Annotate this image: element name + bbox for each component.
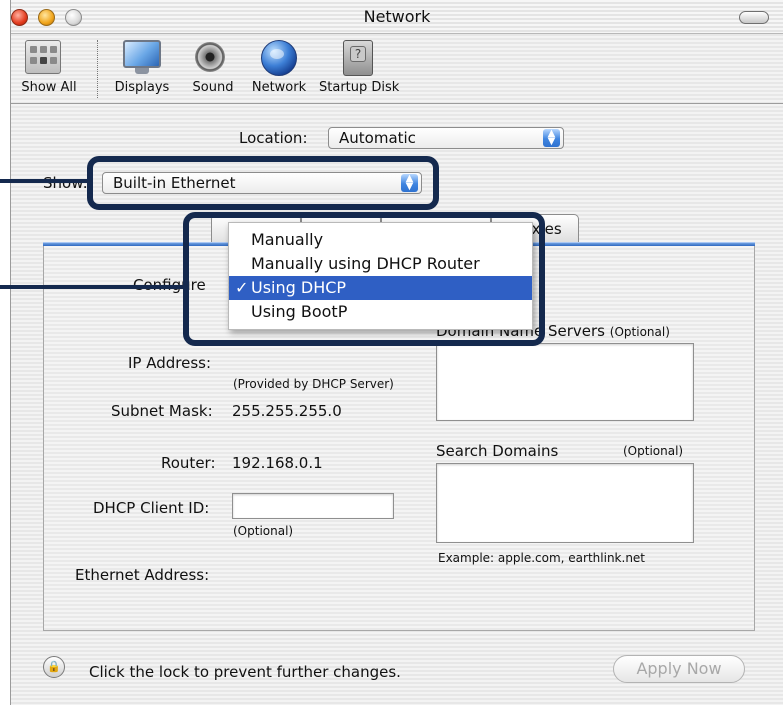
dhcp-client-id-optional: (Optional)	[233, 524, 294, 538]
popup-arrows-icon: ▲▼	[543, 129, 560, 147]
apply-now-button[interactable]: Apply Now	[613, 655, 745, 683]
location-label: Location:	[239, 129, 308, 147]
search-domains-label: Search Domains	[436, 442, 559, 460]
search-domains-field[interactable]	[436, 463, 694, 543]
sound-icon	[195, 40, 229, 74]
ip-address-label: IP Address:	[128, 354, 212, 372]
toolbar-separator	[97, 40, 98, 98]
location-value: Automatic	[339, 129, 416, 147]
toolbar-label: Show All	[21, 80, 77, 95]
dhcp-client-id-label: DHCP Client ID:	[93, 499, 210, 517]
router-label: Router:	[161, 454, 216, 472]
ethernet-address-label: Ethernet Address:	[75, 566, 210, 584]
callout-leader-line	[0, 179, 88, 183]
subnet-mask-label: Subnet Mask:	[111, 402, 213, 420]
network-globe-icon	[261, 40, 297, 76]
callout-configure-menu	[183, 212, 545, 346]
startup-disk-icon: ?	[343, 40, 373, 76]
subnet-mask-value: 255.255.255.0	[232, 402, 342, 420]
title-bar[interactable]: Network	[11, 0, 783, 34]
callout-show-popup	[87, 156, 439, 210]
dns-servers-field[interactable]	[436, 343, 694, 421]
toolbar: Show All Displays Sound Network ? Startu…	[11, 34, 783, 104]
toolbar-label: Displays	[114, 80, 170, 95]
network-preferences-window: Network Show All Displays Sound Network	[10, 0, 783, 705]
toolbar-label: Sound	[192, 80, 234, 95]
show-label: Show:	[43, 174, 88, 192]
toolbar-label: Network	[251, 80, 307, 95]
toolbar-label: Startup Disk	[319, 80, 400, 95]
callout-leader-line	[0, 285, 184, 289]
router-value: 192.168.0.1	[232, 454, 323, 472]
lock-icon[interactable]: 🔒	[43, 656, 65, 678]
displays-icon	[123, 40, 161, 74]
toolbar-toggle-button[interactable]	[739, 11, 769, 24]
dhcp-client-id-input[interactable]	[232, 493, 394, 519]
ip-address-note: (Provided by DHCP Server)	[233, 377, 394, 391]
dns-optional: (Optional)	[609, 325, 670, 339]
search-domains-optional: (Optional)	[623, 444, 684, 458]
location-popup[interactable]: Automatic ▲ ▼	[328, 127, 564, 149]
show-all-icon	[25, 40, 61, 74]
search-domains-example: Example: apple.com, earthlink.net	[438, 551, 646, 565]
lock-message: Click the lock to prevent further change…	[89, 663, 401, 681]
window-title: Network	[363, 7, 431, 26]
